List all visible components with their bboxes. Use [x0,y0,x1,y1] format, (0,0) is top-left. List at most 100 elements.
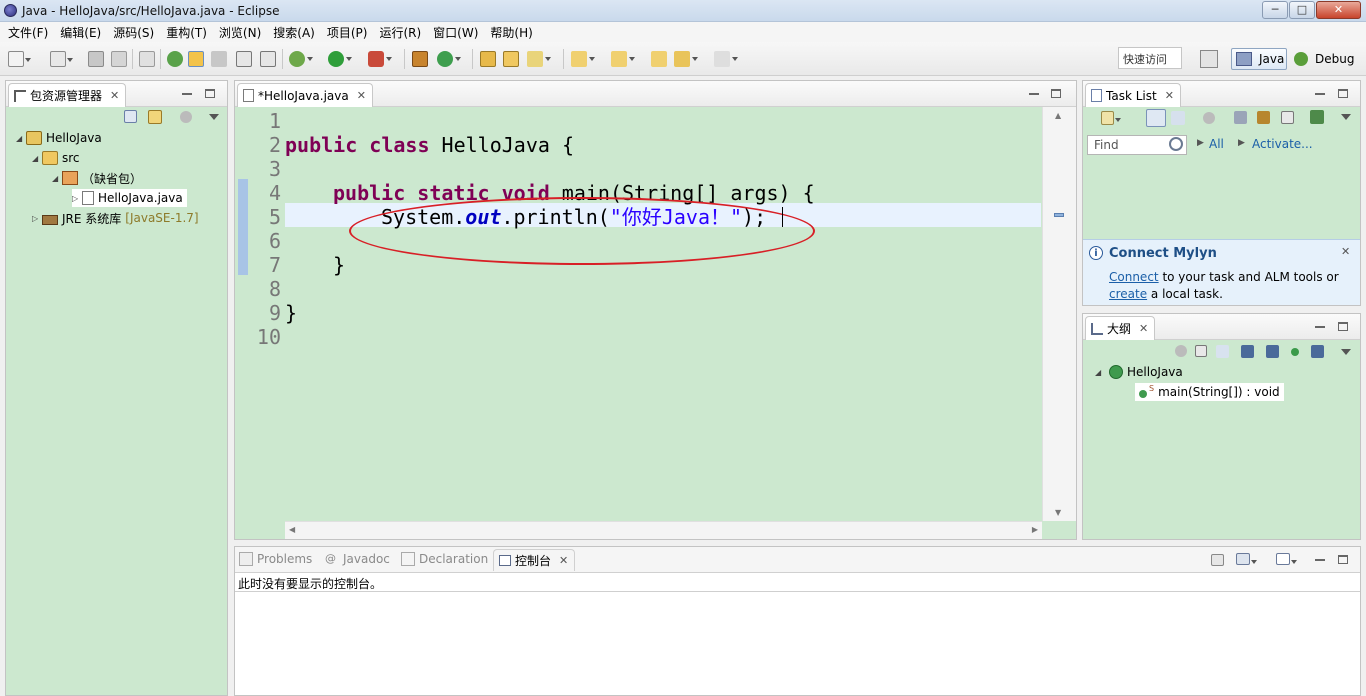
link-with-editor-icon[interactable] [148,110,162,124]
menu-search[interactable]: 搜索(A) [267,24,321,41]
outline-item-method[interactable]: S main(String[]) : void [1135,383,1284,401]
menu-source[interactable]: 源码(S) [107,24,160,41]
view-menu-options-icon[interactable] [180,111,192,123]
vertical-scrollbar[interactable]: ▲ ▼ [1042,107,1076,521]
menu-window[interactable]: 窗口(W) [427,24,484,41]
chevron-down-icon[interactable] [209,114,219,120]
hide-non-public-icon[interactable] [1291,348,1299,356]
connect-link[interactable]: Connect [1109,270,1159,284]
tab-console[interactable]: 控制台 ✕ [493,549,576,571]
hide-local-types-icon[interactable] [1311,345,1324,358]
back-icon[interactable] [674,51,698,67]
close-icon[interactable]: ✕ [110,89,119,102]
last-edit-location-icon[interactable] [651,51,667,67]
minimize-icon[interactable] [182,93,192,95]
forward-icon[interactable] [714,51,738,67]
synchronize-icon[interactable] [1310,110,1324,124]
maximize-icon[interactable] [1338,555,1348,564]
minimize-button[interactable]: ─ [1262,1,1288,19]
tab-problems[interactable]: Problems [239,552,312,566]
new-icon[interactable] [8,51,31,67]
collapsed-triangle-icon[interactable]: ▷ [72,194,82,203]
menu-edit[interactable]: 编辑(E) [54,24,107,41]
skip-breakpoints-icon[interactable] [139,51,155,67]
categorized-icon[interactable] [1146,109,1166,127]
previous-annotation-icon[interactable] [611,51,635,67]
run-external-tools-icon[interactable] [368,51,392,67]
tree-item-project[interactable]: ◢ HelloJava [16,129,102,147]
collapse-all-icon[interactable] [124,110,137,123]
close-icon[interactable]: ✕ [1341,245,1350,258]
tree-item-default-package[interactable]: ◢ （缺省包） [52,169,142,187]
menu-file[interactable]: 文件(F) [2,24,54,41]
close-icon[interactable]: ✕ [1139,322,1148,335]
quick-access-input[interactable]: 快速访问 [1118,47,1182,69]
new-task-icon[interactable] [1101,111,1121,125]
maximize-icon[interactable] [1338,322,1348,331]
tree-item-src[interactable]: ◢ src [32,149,80,167]
expanded-triangle-icon[interactable]: ◢ [1095,368,1105,377]
maximize-icon[interactable] [1338,89,1348,98]
scroll-down-icon[interactable]: ▼ [1055,508,1061,517]
scroll-right-icon[interactable]: ▶ [1032,525,1038,534]
paragraph-icon[interactable] [260,51,276,67]
menu-refactor[interactable]: 重构(T) [160,24,213,41]
minimize-icon[interactable] [1315,93,1325,95]
tab-hellojava-editor[interactable]: *HelloJava.java ✕ [237,83,373,107]
code-editor[interactable]: 1 2 3 4 5 6 7 8 9 10 public class HelloJ… [235,107,1076,539]
expanded-triangle-icon[interactable]: ◢ [32,154,42,163]
scheduled-icon[interactable] [1171,111,1185,125]
horizontal-scrollbar[interactable]: ◀ ▶ [285,521,1042,539]
search-icon[interactable] [527,51,551,67]
collapse-all-icon[interactable] [1195,345,1207,357]
tab-javadoc[interactable]: @ Javadoc [325,552,390,566]
minimize-icon[interactable] [1029,93,1039,95]
pin-console-icon[interactable] [1211,554,1224,566]
open-console-icon[interactable] [1276,553,1297,565]
run-icon[interactable] [328,51,352,67]
maximize-icon[interactable] [205,89,215,98]
perspective-debug-button[interactable]: Debug [1292,48,1358,70]
sort-icon[interactable] [1216,345,1229,358]
display-console-icon[interactable] [1236,553,1257,565]
save-icon[interactable] [88,51,104,67]
tree-item-hellojava-file[interactable]: ▷ HelloJava.java [72,189,187,207]
annotation-ruler[interactable] [237,107,249,521]
new-java-class-icon[interactable] [437,51,461,67]
tab-declaration[interactable]: Declaration [401,552,488,566]
maximize-button[interactable]: □ [1289,1,1315,19]
tab-task-list[interactable]: Task List ✕ [1085,83,1181,107]
save-all-icon[interactable] [111,51,127,67]
perspective-java-button[interactable]: Java [1231,48,1287,70]
open-perspective-icon[interactable] [1200,50,1218,68]
filter-options-icon[interactable] [1203,112,1215,124]
minimize-icon[interactable] [1315,326,1325,328]
open-type-icon[interactable] [480,51,496,67]
collapse-all-icon[interactable] [1281,111,1294,124]
hide-completed-icon[interactable] [1234,111,1247,124]
open-folder-icon[interactable] [503,51,519,67]
hide-static-icon[interactable] [1266,345,1279,358]
overview-marker[interactable] [1054,213,1064,217]
next-annotation-icon[interactable] [571,51,595,67]
block-selection-icon[interactable] [211,51,227,67]
chevron-down-icon[interactable] [1341,349,1351,355]
minimize-icon[interactable] [1315,559,1325,561]
tab-outline[interactable]: 大纲 ✕ [1085,316,1156,340]
debug-icon[interactable] [289,51,313,67]
outline-item-class[interactable]: ◢ HelloJava [1095,363,1183,381]
menu-navigate[interactable]: 浏览(N) [213,24,267,41]
chevron-down-icon[interactable] [1341,114,1351,120]
close-icon[interactable]: ✕ [357,89,366,102]
close-icon[interactable]: ✕ [559,554,568,567]
show-whitespace-icon[interactable] [236,51,252,67]
scroll-left-icon[interactable]: ◀ [289,525,295,534]
code-content[interactable]: public class HelloJava { public static v… [285,107,1042,521]
tab-package-explorer[interactable]: 包资源管理器 ✕ [8,83,127,107]
view-options-icon[interactable] [1175,345,1187,357]
all-link[interactable]: All [1209,137,1224,151]
maximize-icon[interactable] [1051,89,1061,98]
new-wizard-icon[interactable] [50,51,73,67]
toggle-mark-icon[interactable] [167,51,183,67]
menu-project[interactable]: 项目(P) [321,24,374,41]
